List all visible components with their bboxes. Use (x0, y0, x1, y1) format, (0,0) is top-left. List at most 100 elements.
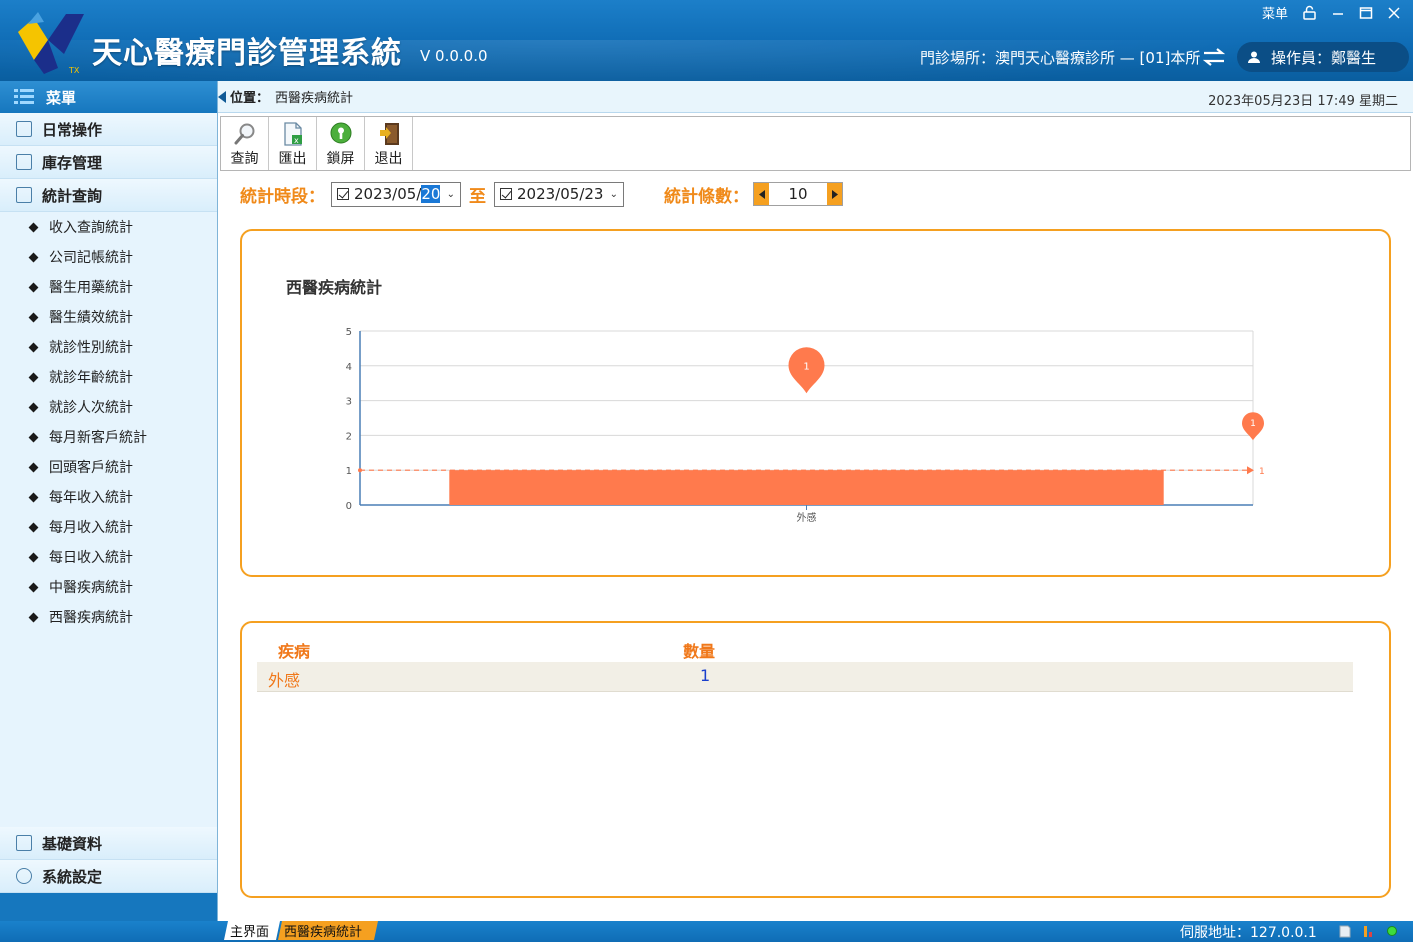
tab-main[interactable]: 主界面 (224, 921, 280, 940)
count-value[interactable]: 10 (769, 185, 827, 203)
start-date-checkbox[interactable] (337, 188, 349, 200)
lock-screen-button[interactable]: 鎖屏 (317, 117, 365, 170)
clinic-label: 門診場所： (920, 49, 996, 67)
minimize-icon[interactable] (1331, 6, 1345, 20)
app-version: V 0.0.0.0 (420, 47, 488, 65)
sidebar-item-daily-income[interactable]: 每日收入統計 (0, 542, 217, 572)
start-date-selected-day[interactable]: 20 (421, 185, 441, 203)
bullet-icon (28, 312, 39, 322)
end-date-checkbox[interactable] (500, 188, 512, 200)
close-icon[interactable] (1387, 6, 1401, 20)
export-button[interactable]: x 匯出 (269, 117, 317, 170)
sidebar-item-western-disease[interactable]: 西醫疾病統計 (0, 602, 217, 632)
location-label: 位置： (230, 91, 270, 106)
sidebar-item-label: 每月收入統計 (49, 520, 133, 536)
start-date-picker[interactable]: 2023/05/20 ⌄ (331, 181, 461, 207)
bullet-icon (28, 492, 39, 502)
bullet-icon (28, 282, 39, 292)
period-label: 統計時段： (240, 186, 325, 207)
chevron-down-icon[interactable]: ⌄ (610, 189, 618, 200)
sidebar-group-stats[interactable]: 統計查詢 (0, 179, 217, 212)
exit-door-icon (379, 123, 399, 145)
count-spinner[interactable]: 10 (753, 182, 843, 206)
query-button[interactable]: 查詢 (221, 117, 269, 170)
sidebar-header: 菜單 (0, 81, 217, 113)
column-header-count[interactable]: 數量 (683, 638, 715, 662)
spinner-increase-icon[interactable] (827, 183, 842, 205)
title-bar: TX 天心醫療門診管理系統 V 0.0.0.0 菜单 門診場所：澳門天心醫療診所… (0, 0, 1413, 81)
sidebar-item-tcm-disease[interactable]: 中醫疾病統計 (0, 572, 217, 602)
bullet-icon (28, 432, 39, 442)
end-date-picker[interactable]: 2023/05/23 ⌄ (494, 181, 624, 207)
cell-disease: 外感 (268, 671, 301, 690)
y-tick-label: 2 (346, 431, 352, 442)
filter-row: 統計時段： 2023/05/20 ⌄ 至 2023/05/23 ⌄ 統計條數： … (240, 181, 843, 207)
mark-line-pin-label: 1 (1250, 419, 1256, 429)
sidebar-item-label: 醫生績效統計 (49, 310, 133, 326)
count-label: 統計條數： (664, 186, 749, 207)
chevron-down-icon[interactable]: ⌄ (447, 189, 455, 200)
server-label: 伺服地址： (1180, 925, 1250, 941)
list-icon (16, 835, 32, 851)
location-arrow-icon (218, 90, 226, 103)
max-marker-label: 1 (803, 361, 809, 372)
spinner-decrease-icon[interactable] (754, 183, 769, 205)
exit-button-label: 退出 (374, 151, 403, 167)
current-datetime: 2023年05月23日 17:49 星期二 (1208, 94, 1398, 109)
location-bar: 位置： 西醫疾病統計 2023年05月23日 17:49 星期二 (218, 81, 1413, 113)
sidebar-item-monthly-income[interactable]: 每月收入統計 (0, 512, 217, 542)
lock-icon[interactable] (1302, 5, 1317, 20)
exit-button[interactable]: 退出 (365, 117, 413, 170)
operator-info[interactable]: 操作員：鄭醫生 (1237, 42, 1409, 72)
bullet-icon (28, 402, 39, 412)
lock-screen-button-label: 鎖屏 (326, 151, 355, 167)
app-logo: TX (18, 12, 84, 75)
sidebar-item-returning-customers[interactable]: 回頭客戶統計 (0, 452, 217, 482)
sidebar-item-company-accounts[interactable]: 公司記帳統計 (0, 242, 217, 272)
settings-icon (16, 868, 32, 884)
sidebar-item-new-customers[interactable]: 每月新客戶統計 (0, 422, 217, 452)
document-icon[interactable] (1338, 924, 1352, 938)
bullet-icon (28, 462, 39, 472)
switch-clinic-icon[interactable] (1202, 47, 1226, 67)
tab-current-label: 西醫疾病統計 (284, 925, 363, 940)
inventory-icon (16, 154, 32, 170)
sidebar-group-basic-data[interactable]: 基礎資料 (0, 827, 217, 860)
bullet-icon (28, 252, 39, 262)
mark-line-label: 1 (1259, 467, 1265, 477)
table-row[interactable]: 外感 1 (257, 662, 1353, 692)
sidebar-item-label: 就診人次統計 (49, 400, 133, 416)
sidebar-item-income-query[interactable]: 收入查詢統計 (0, 212, 217, 242)
mark-line-start (358, 468, 362, 473)
operator-value: 鄭醫生 (1331, 48, 1377, 67)
bullet-icon (28, 372, 39, 382)
cell-count: 1 (700, 666, 711, 685)
sidebar-item-doctor-performance[interactable]: 醫生績效統計 (0, 302, 217, 332)
clinic-value: 澳門天心醫療診所 — [01]本所 (995, 49, 1201, 67)
bullet-icon (28, 612, 39, 622)
status-bar: 主界面 西醫疾病統計 伺服地址：127.0.0.1 (0, 921, 1413, 942)
sidebar-group-label: 基礎資料 (42, 834, 103, 853)
menu-button[interactable]: 菜单 (1262, 3, 1288, 22)
lock-screen-icon (330, 122, 351, 144)
sidebar-group-inventory[interactable]: 庫存管理 (0, 146, 217, 179)
signal-icon (1364, 926, 1372, 937)
sidebar-item-age-stats[interactable]: 就診年齡統計 (0, 362, 217, 392)
end-date-value: 2023/05/23 (517, 185, 604, 203)
y-tick-label: 1 (346, 466, 352, 477)
maximize-icon[interactable] (1359, 6, 1373, 20)
sidebar-item-doctor-medication[interactable]: 醫生用藥統計 (0, 272, 217, 302)
table-header: 疾病 數量 (278, 638, 1378, 662)
sidebar-group-label: 日常操作 (42, 120, 103, 139)
tab-western-disease-stats[interactable]: 西醫疾病統計 (278, 921, 378, 940)
sidebar-group-settings[interactable]: 系統設定 (0, 860, 217, 893)
sidebar-item-label: 就診年齡統計 (49, 370, 133, 386)
query-button-label: 查詢 (230, 151, 259, 167)
sidebar-header-label: 菜單 (46, 88, 77, 107)
sidebar-group-daily[interactable]: 日常操作 (0, 113, 217, 146)
sidebar-item-visit-count[interactable]: 就診人次統計 (0, 392, 217, 422)
sidebar-item-yearly-income[interactable]: 每年收入統計 (0, 482, 217, 512)
column-header-disease[interactable]: 疾病 (278, 638, 310, 662)
sidebar-item-gender-stats[interactable]: 就診性別統計 (0, 332, 217, 362)
sidebar-item-label: 每年收入統計 (49, 490, 133, 506)
